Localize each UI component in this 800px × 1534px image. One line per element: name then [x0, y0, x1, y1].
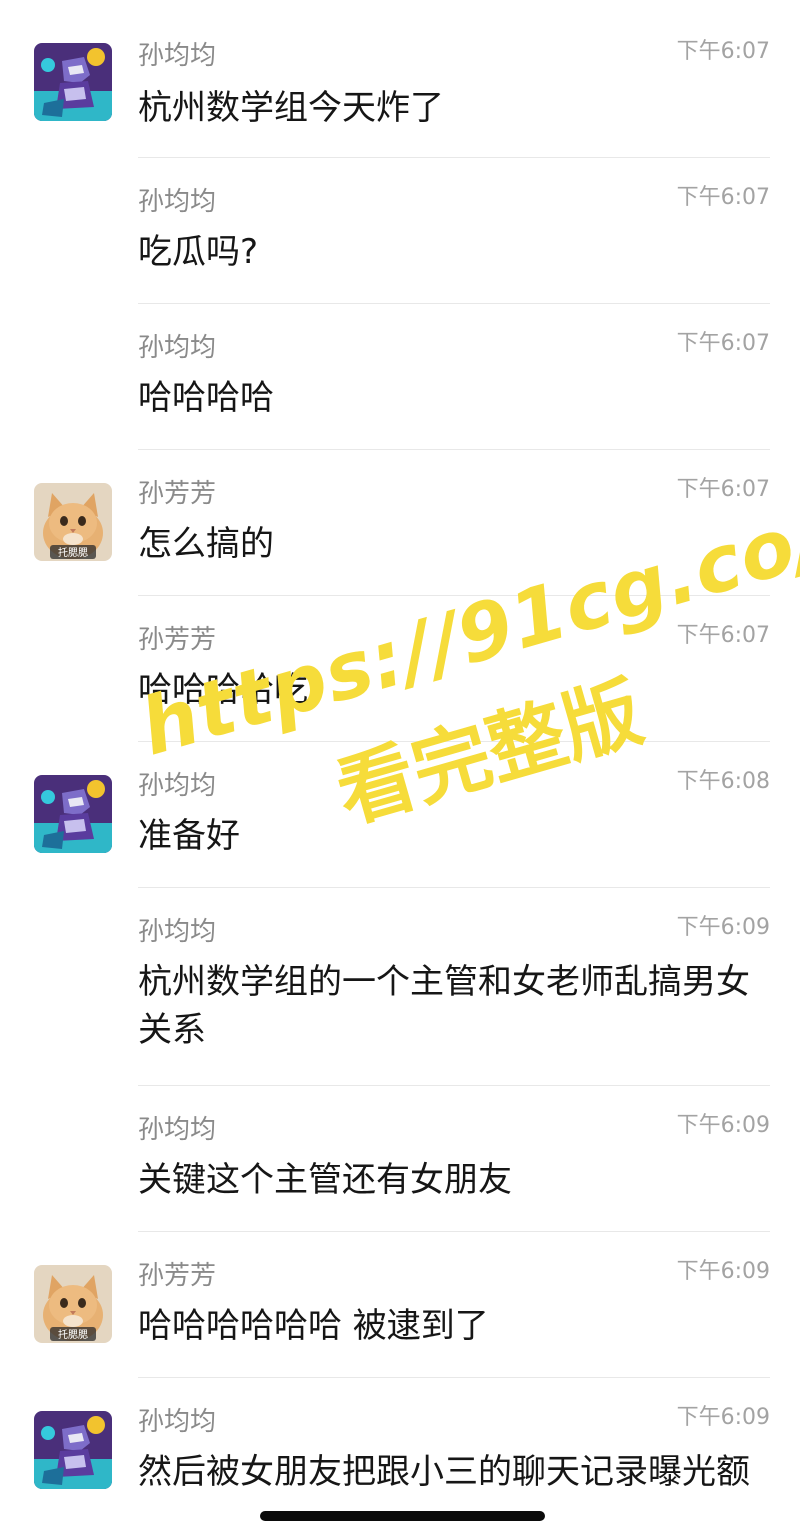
message-text: 杭州数学组今天炸了 [138, 88, 444, 128]
sender-name: 孙均均 [138, 917, 217, 947]
robot-avatar-image [34, 43, 112, 121]
message-time: 下午6:09 [676, 1405, 770, 1430]
message-item[interactable]: 托腮腮 孙芳芳 下午6:09 哈哈哈哈哈哈 被逮到了 [0, 1232, 800, 1378]
cat-avatar-caption: 托腮腮 [58, 1328, 88, 1341]
message-text: 杭州数学组的一个主管和女老师乱搞男女关系 [138, 962, 750, 1050]
message-text: 怎么搞的 [138, 524, 274, 564]
message-item[interactable]: 孙芳芳 下午6:07 哈哈哈哈吃 [0, 596, 800, 742]
message-time: 下午6:09 [676, 915, 770, 940]
robot-avatar[interactable] [34, 775, 112, 853]
message-time: 下午6:07 [676, 623, 770, 648]
sender-name: 孙均均 [138, 187, 217, 217]
cat-avatar[interactable]: 托腮腮 [34, 483, 112, 561]
cat-avatar-image: 托腮腮 [34, 1265, 112, 1343]
sender-name: 孙芳芳 [138, 479, 217, 509]
message-item[interactable]: 孙均均 下午6:07 吃瓜吗? [0, 158, 800, 304]
sender-name: 孙均均 [138, 771, 217, 801]
sender-name: 孙均均 [138, 1115, 217, 1145]
message-text: 哈哈哈哈吃 [138, 670, 308, 710]
message-item[interactable]: 托腮腮 孙芳芳 下午6:07 怎么搞的 [0, 450, 800, 596]
message-text: 哈哈哈哈哈哈 被逮到了 [138, 1306, 489, 1346]
cat-avatar[interactable]: 托腮腮 [34, 1265, 112, 1343]
message-item[interactable]: 孙均均 下午6:07 杭州数学组今天炸了 [0, 0, 800, 158]
message-text: 哈哈哈哈 [138, 378, 274, 418]
sender-name: 孙芳芳 [138, 625, 217, 655]
message-time: 下午6:07 [676, 477, 770, 502]
message-time: 下午6:07 [676, 331, 770, 356]
message-time: 下午6:07 [676, 185, 770, 210]
robot-avatar[interactable] [34, 43, 112, 121]
message-item[interactable]: 孙均均 下午6:08 准备好 [0, 742, 800, 888]
home-indicator[interactable] [260, 1511, 545, 1521]
message-text: 吃瓜吗? [138, 232, 259, 272]
message-time: 下午6:07 [676, 39, 770, 64]
message-time: 下午6:09 [676, 1113, 770, 1138]
cat-avatar-caption: 托腮腮 [58, 546, 88, 559]
message-item[interactable]: 孙均均 下午6:07 哈哈哈哈 [0, 304, 800, 450]
sender-name: 孙均均 [138, 41, 217, 71]
cat-avatar-image: 托腮腮 [34, 483, 112, 561]
robot-avatar-image [34, 775, 112, 853]
sender-name: 孙均均 [138, 1407, 217, 1437]
sender-name: 孙均均 [138, 333, 217, 363]
message-time: 下午6:09 [676, 1259, 770, 1284]
message-text: 然后被女朋友把跟小三的聊天记录曝光额 [138, 1452, 750, 1492]
robot-avatar-image [34, 1411, 112, 1489]
message-text: 准备好 [138, 816, 240, 856]
robot-avatar[interactable] [34, 1411, 112, 1489]
message-time: 下午6:08 [676, 769, 770, 794]
message-item[interactable]: 孙均均 下午6:09 关键这个主管还有女朋友 [0, 1086, 800, 1232]
sender-name: 孙芳芳 [138, 1261, 217, 1291]
message-text: 关键这个主管还有女朋友 [138, 1160, 512, 1200]
message-item[interactable]: 孙均均 下午6:09 杭州数学组的一个主管和女老师乱搞男女关系 [0, 888, 800, 1086]
